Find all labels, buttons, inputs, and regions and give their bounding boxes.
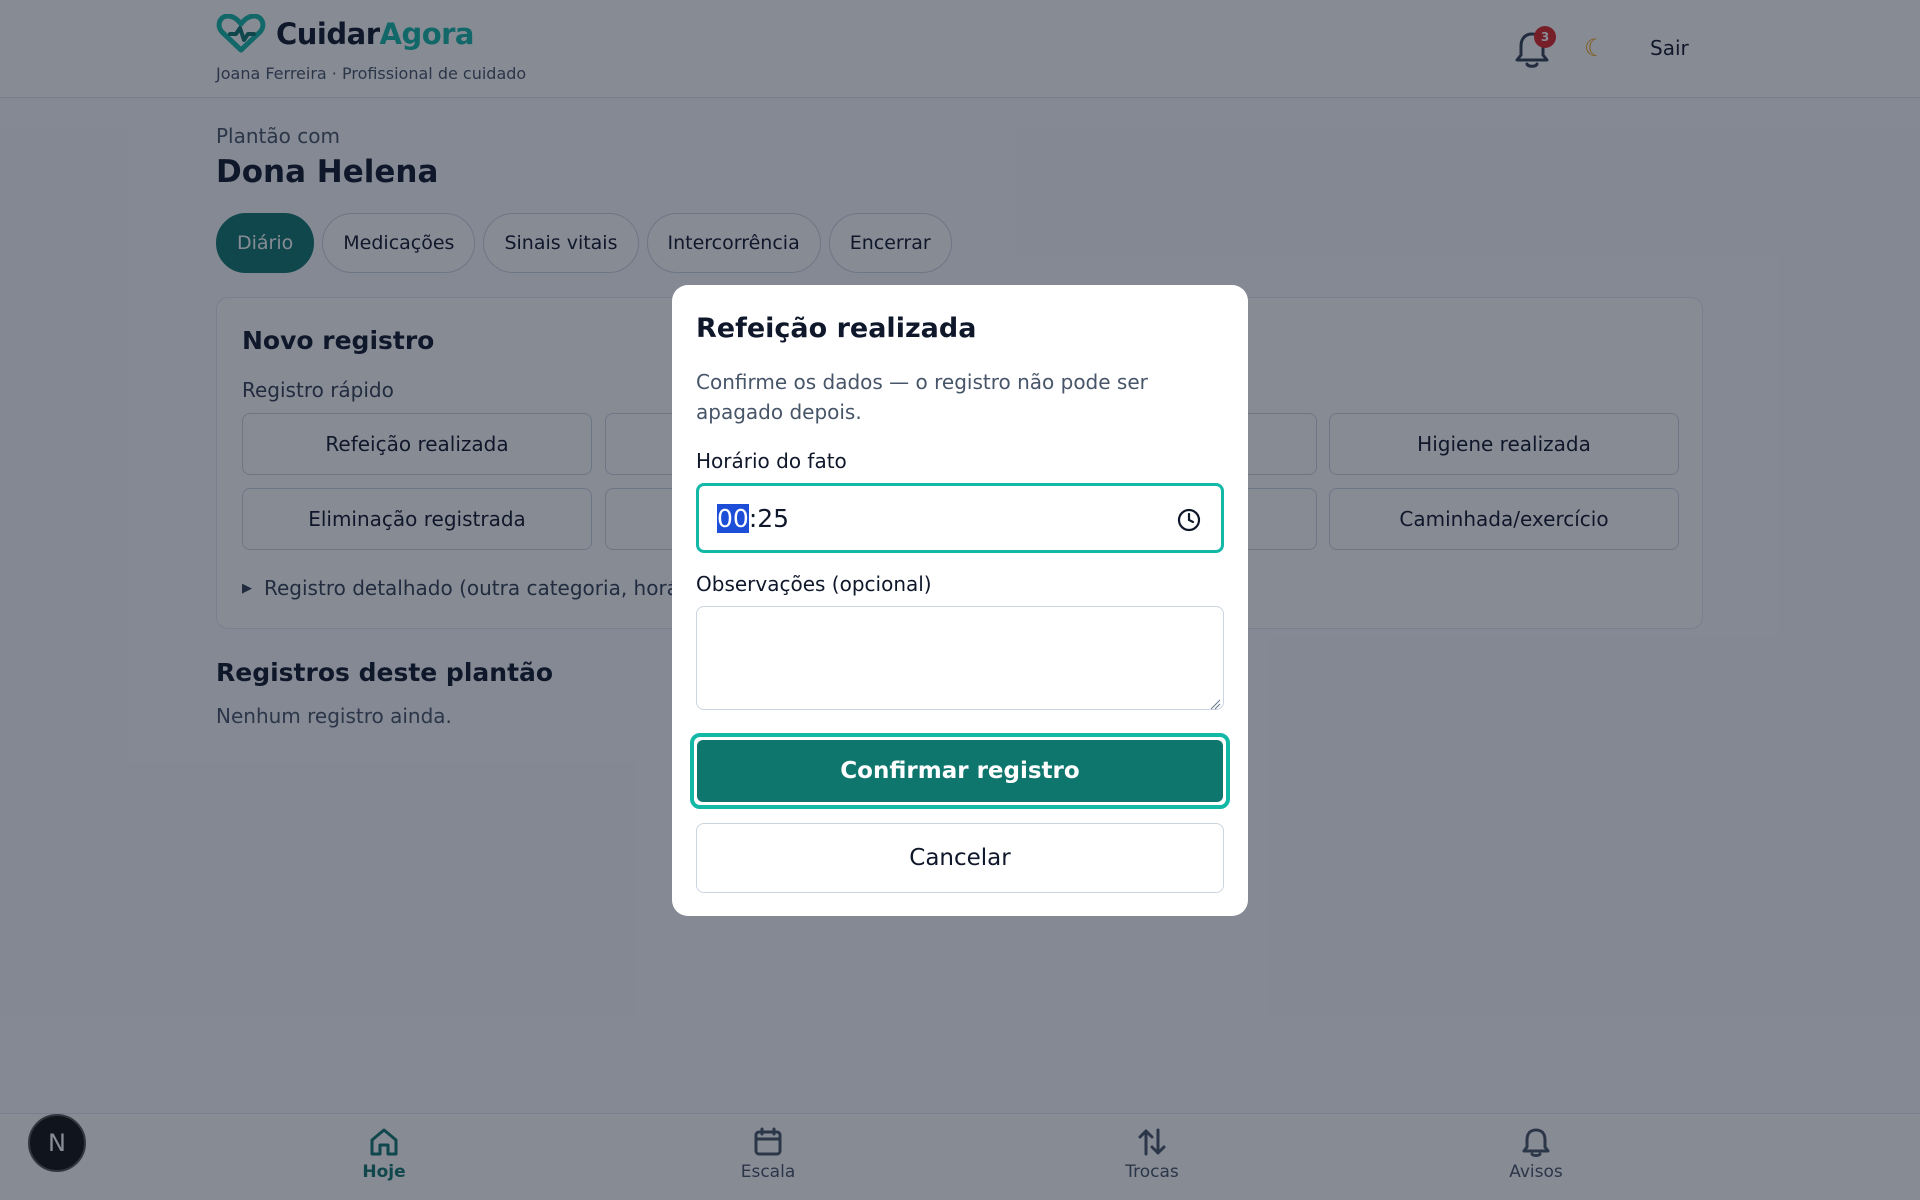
time-minutes-segment[interactable]: 25: [757, 504, 789, 533]
dialog-title: Refeição realizada: [696, 313, 977, 344]
confirm-record-dialog: Refeição realizada Confirme os dados — o…: [672, 285, 1248, 916]
clock-icon[interactable]: [1177, 508, 1201, 536]
notes-field-label: Observações (opcional): [696, 572, 932, 596]
time-separator: :: [748, 504, 758, 533]
notes-textarea[interactable]: [696, 606, 1224, 710]
time-input[interactable]: 00:25: [696, 483, 1224, 553]
confirm-record-button[interactable]: Confirmar registro: [690, 733, 1230, 809]
confirm-record-label: Confirmar registro: [697, 740, 1223, 802]
time-field-label: Horário do fato: [696, 449, 847, 473]
dialog-description: Confirme os dados — o registro não pode …: [696, 370, 1148, 424]
time-hours-segment[interactable]: 00: [717, 504, 749, 533]
cancel-button[interactable]: Cancelar: [696, 823, 1224, 893]
